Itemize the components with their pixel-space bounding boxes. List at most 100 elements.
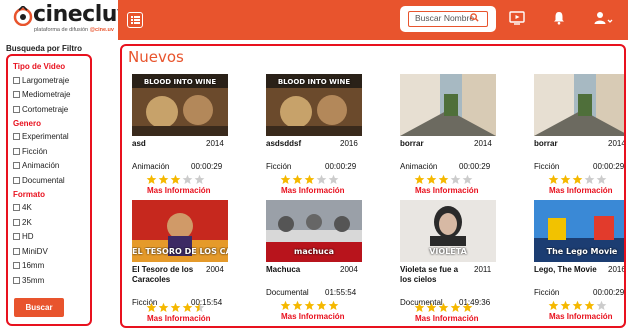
movie-poster[interactable]: VIOLETA [400, 200, 496, 262]
movie-card[interactable]: BLOOD INTO WINE asd 2014 Animación 00:00:29 M… [122, 74, 250, 200]
star-icon [438, 174, 449, 184]
movie-year: 2014 [608, 139, 626, 148]
poster-title: BLOOD INTO WINE [143, 78, 217, 86]
logo-icon [13, 6, 33, 26]
movie-poster[interactable] [534, 74, 624, 136]
filter-option[interactable]: 2K [13, 215, 90, 230]
movie-card[interactable]: The Lego Movie Lego, The Movie 2016 Ficción… [524, 200, 625, 326]
checkbox[interactable] [13, 247, 20, 255]
filter-option[interactable]: 35mm [13, 273, 90, 288]
poster-title: BLOOD INTO WINE [277, 78, 351, 86]
movie-card[interactable]: VIOLETA Violeta se fue a los cielos 2011 Do… [390, 200, 518, 326]
buscar-button[interactable]: Buscar [14, 298, 64, 317]
mas-informacion-link[interactable]: Mas Información [147, 314, 211, 323]
star-icon [414, 302, 425, 312]
filter-option[interactable]: Largometraje [13, 73, 90, 88]
movie-poster[interactable]: BLOOD INTO WINE [266, 74, 362, 136]
filter-option[interactable]: 16mm [13, 259, 90, 274]
star-icon [596, 300, 607, 310]
checkbox[interactable] [13, 262, 20, 270]
filter-option[interactable]: Ficción [13, 144, 90, 159]
movie-genre: Animación [400, 162, 438, 171]
star-icon [182, 174, 193, 184]
movie-duration: 01:55:54 [325, 288, 357, 297]
star-icon [426, 302, 437, 312]
movie-title[interactable]: borrar [400, 139, 470, 149]
search-icon[interactable] [470, 13, 479, 22]
movie-card[interactable]: borrar 2014 Animación 00:00:29 Mas Informaci… [390, 74, 518, 200]
filter-option[interactable]: Experimental [13, 130, 90, 145]
movie-duration: 00:00:29 [593, 288, 625, 297]
filter-option[interactable]: MiniDV [13, 244, 90, 259]
star-rating [548, 300, 607, 311]
filter-section-title: Tipo de Video [13, 62, 66, 71]
checkbox[interactable] [13, 218, 20, 226]
movie-title[interactable]: asd [132, 139, 202, 149]
checkbox[interactable] [13, 204, 20, 212]
movie-title[interactable]: Machuca [266, 265, 336, 275]
checkbox[interactable] [13, 276, 20, 284]
movie-title[interactable]: asdsddsf [266, 139, 336, 149]
movie-card[interactable]: BLOOD INTO WINE asdsddsf 2016 Ficción 00:00:… [256, 74, 384, 200]
checkbox[interactable] [13, 162, 20, 170]
checkbox[interactable] [13, 91, 20, 99]
mas-informacion-link[interactable]: Mas Información [281, 186, 345, 195]
movie-title[interactable]: Violeta se fue a los cielos [400, 265, 470, 285]
mas-informacion-link[interactable]: Mas Información [415, 186, 479, 195]
movie-title[interactable]: borrar [534, 139, 604, 149]
poster-title: EL TESORO DE LOS CARACOLES [132, 247, 228, 256]
movie-poster[interactable]: The Lego Movie [534, 200, 624, 262]
filter-option[interactable]: Cortometraje [13, 102, 90, 117]
mas-informacion-link[interactable]: Mas Información [415, 314, 479, 323]
search-box: Buscar Nombre [400, 6, 496, 32]
filter-section: Formato 4K 2K HD MiniDV 16mm 35mm [13, 188, 90, 288]
filter-section-title: Genero [13, 118, 42, 128]
movie-year: 2004 [340, 265, 358, 274]
star-icon [280, 300, 291, 310]
movie-year: 2004 [206, 265, 224, 274]
star-icon [548, 174, 559, 184]
menu-toggle-button[interactable] [127, 12, 143, 28]
movie-card[interactable]: machuca Machuca 2004 Documental 01:55:54 Mas … [256, 200, 384, 326]
star-icon [292, 300, 303, 310]
checkbox[interactable] [13, 147, 20, 155]
movie-poster[interactable]: EL TESORO DE LOS CARACOLES [132, 200, 228, 262]
brand-logo[interactable]: cinecluv plataforma de difusión @cine.uv [0, 0, 131, 40]
filter-option[interactable]: HD [13, 230, 90, 245]
mas-informacion-link[interactable]: Mas Información [147, 186, 211, 195]
tv-icon[interactable] [509, 11, 525, 25]
main-content: Nuevos BLOOD INTO WINE asd 2014 Animación 00… [120, 44, 626, 328]
checkbox[interactable] [13, 133, 20, 141]
bell-icon[interactable] [552, 11, 566, 25]
movie-poster[interactable]: BLOOD INTO WINE [132, 74, 228, 136]
mas-informacion-link[interactable]: Mas Información [549, 312, 613, 321]
filter-option[interactable]: Mediometraje [13, 88, 90, 103]
poster-title: machuca [293, 247, 334, 256]
filter-option[interactable]: Documental [13, 173, 90, 188]
checkbox[interactable] [13, 176, 20, 184]
star-icon [584, 174, 595, 184]
filter-option[interactable]: Animación [13, 159, 90, 174]
star-rating [146, 174, 205, 185]
star-rating [280, 300, 339, 311]
star-rating [280, 174, 339, 185]
checkbox[interactable] [13, 105, 20, 113]
star-icon [194, 174, 205, 184]
movie-title[interactable]: El Tesoro de los Caracoles [132, 265, 202, 285]
mas-informacion-link[interactable]: Mas Información [549, 186, 613, 195]
star-icon [194, 302, 205, 312]
movie-title[interactable]: Lego, The Movie [534, 265, 604, 275]
movie-card[interactable]: EL TESORO DE LOS CARACOLES El Tesoro de l… [122, 200, 250, 326]
checkbox[interactable] [13, 233, 20, 241]
star-icon [316, 300, 327, 310]
movie-card[interactable]: borrar 2014 Ficción 00:00:29 Mas Información [524, 74, 626, 200]
checkbox[interactable] [13, 76, 20, 84]
filter-option[interactable]: 4K [13, 201, 90, 216]
star-icon [170, 302, 181, 312]
star-icon [462, 302, 473, 312]
movie-poster[interactable] [400, 74, 496, 136]
user-icon[interactable] [594, 11, 614, 25]
mas-informacion-link[interactable]: Mas Información [281, 312, 345, 321]
movie-poster[interactable]: machuca [266, 200, 362, 262]
star-icon [450, 174, 461, 184]
